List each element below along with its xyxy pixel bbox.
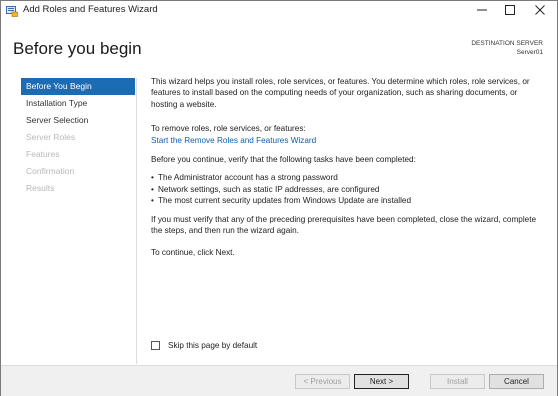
previous-button[interactable]: < Previous	[295, 374, 350, 389]
install-button[interactable]: Install	[430, 374, 485, 389]
skip-checkbox[interactable]	[151, 341, 160, 350]
maximize-button[interactable]	[495, 1, 525, 19]
content-panel: This wizard helps you install roles, rol…	[151, 76, 546, 259]
prereq-text: If you must verify that any of the prece…	[151, 214, 537, 236]
destination-server: DESTINATION SERVER Server01	[471, 39, 543, 57]
list-item: The most current security updates from W…	[151, 195, 546, 207]
destination-value: Server01	[516, 49, 543, 56]
prerequisite-list: The Administrator account has a strong p…	[151, 172, 546, 207]
verify-text: Before you continue, verify that the fol…	[151, 155, 416, 165]
destination-label: DESTINATION SERVER	[471, 40, 543, 47]
list-item: Network settings, such as static IP addr…	[151, 184, 546, 196]
cancel-button[interactable]: Cancel	[489, 374, 544, 389]
next-button[interactable]: Next >	[354, 374, 409, 389]
skip-page-option[interactable]: Skip this page by default	[151, 341, 257, 350]
minimize-icon	[477, 9, 487, 11]
title-bar: Add Roles and Features Wizard	[1, 1, 557, 19]
page-title: Before you begin	[13, 39, 142, 58]
wizard-window: Add Roles and Features Wizard Before you…	[0, 0, 558, 396]
remove-wizard-link[interactable]: Start the Remove Roles and Features Wiza…	[151, 136, 316, 145]
server-wizard-icon	[6, 4, 18, 17]
nav-item-results: Results	[26, 183, 55, 193]
maximize-icon	[505, 5, 515, 15]
continue-text: To continue, click Next.	[151, 248, 235, 258]
close-button[interactable]	[525, 1, 555, 19]
nav-item-features: Features	[26, 149, 60, 159]
button-bar: < Previous Next > Install Cancel	[1, 366, 557, 396]
nav-item-installation-type[interactable]: Installation Type	[21, 95, 135, 112]
nav-item-server-roles: Server Roles	[26, 132, 76, 142]
remove-text: To remove roles, role services, or featu…	[151, 124, 306, 134]
list-item: The Administrator account has a strong p…	[151, 172, 546, 184]
nav-item-before-you-begin[interactable]: Before You Begin	[21, 78, 135, 95]
nav-divider	[136, 78, 137, 364]
skip-checkbox-label: Skip this page by default	[168, 341, 258, 350]
nav-item-confirmation: Confirmation	[26, 166, 75, 176]
nav-item-server-selection[interactable]: Server Selection	[21, 112, 135, 129]
minimize-button[interactable]	[467, 1, 497, 19]
close-icon	[535, 5, 545, 15]
window-title: Add Roles and Features Wizard	[23, 4, 158, 15]
intro-text: This wizard helps you install roles, rol…	[151, 77, 530, 109]
wizard-nav: Before You Begin Installation Type Serve…	[21, 78, 135, 197]
